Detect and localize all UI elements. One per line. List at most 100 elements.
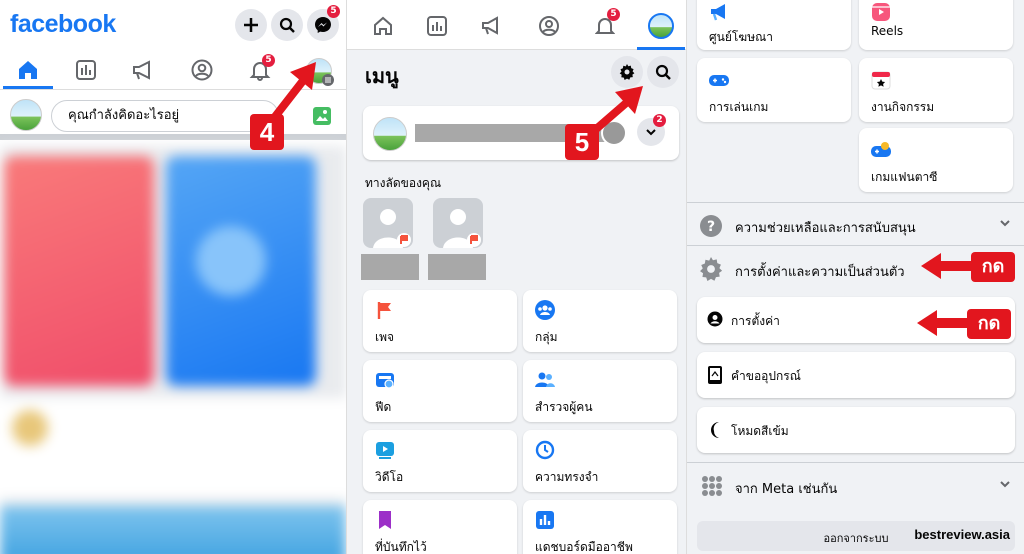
tile-gaming[interactable]: การเล่นเกม [697, 58, 851, 122]
tile-label: เพจ [375, 330, 395, 344]
main-nav: 5 [347, 0, 686, 50]
device-icon [708, 366, 722, 384]
tile-label: งานกิจกรรม [871, 100, 935, 114]
tile-label: Reels [871, 24, 904, 38]
user-avatar [10, 99, 42, 131]
active-tab-indicator [637, 47, 685, 50]
device-requests-item[interactable]: คำขออุปกรณ์ [697, 352, 1015, 398]
tile-ad-center[interactable]: ศูนย์โฆษณา [697, 0, 851, 50]
megaphone-icon [711, 4, 725, 21]
blurred-feed [0, 146, 346, 554]
facebook-logo: facebook [10, 10, 116, 38]
saved-icon [379, 511, 391, 529]
tile-label: การเล่นเกม [709, 100, 769, 114]
user-settings-icon [707, 311, 723, 327]
also-from-meta-section[interactable]: จาก Meta เช่นกัน [687, 466, 1024, 506]
tile-saved[interactable]: ที่บันทึกไว้ [363, 500, 517, 554]
events-icon [871, 71, 891, 90]
tile-reels[interactable]: Reels [859, 0, 1013, 50]
nav-dashboard[interactable] [419, 10, 455, 42]
section-label: ความช่วยเหลือและการสนับสนุน [735, 221, 916, 236]
tile-video[interactable]: วิดีโอ [363, 430, 517, 492]
settings-label: การตั้งค่า [731, 314, 780, 328]
notification-badge: 5 [607, 8, 620, 21]
tile-professional-dashboard[interactable]: แดชบอร์ดมืออาชีพ [523, 500, 677, 554]
redacted-shortcut-name [428, 254, 486, 280]
tile-label: ที่บันทึกไว้ [375, 540, 427, 554]
moon-icon [711, 422, 719, 438]
nav-ads[interactable] [475, 10, 511, 42]
nav-notifications[interactable]: 5 [587, 8, 623, 42]
tile-find-friends[interactable]: สำรวจผู้คน [523, 360, 677, 422]
screen-home-feed: facebook 5 5 คุณกำลังคิดอะไรอยู่ 4 [0, 0, 346, 554]
profile-badge: 2 [653, 114, 666, 127]
search-button[interactable] [271, 9, 303, 41]
plus-icon [244, 18, 258, 32]
shortcut-tile[interactable] [363, 198, 413, 248]
tile-memories[interactable]: ความทรงจำ [523, 430, 677, 492]
megaphone-icon [482, 16, 498, 35]
screen-menu-scrolled: ศูนย์โฆษณา Reels การเล่นเกม งานกิจกรรม เ… [686, 0, 1024, 554]
nav-profile[interactable] [531, 10, 567, 42]
tile-label: สำรวจผู้คน [535, 400, 593, 414]
tile-groups[interactable]: กลุ่ม [523, 290, 677, 352]
megaphone-icon [133, 60, 150, 80]
home-icon [374, 16, 392, 35]
step-number: 4 [250, 114, 284, 150]
groups-icon [535, 300, 555, 320]
messenger-icon [315, 17, 331, 33]
tile-events[interactable]: งานกิจกรรม [859, 58, 1013, 122]
tile-label: กลุ่ม [535, 330, 558, 344]
friends-icon [535, 372, 555, 387]
nav-menu[interactable] [643, 10, 679, 42]
messenger-button[interactable]: 5 [307, 5, 340, 41]
profile-icon [191, 59, 213, 81]
create-button[interactable] [235, 9, 267, 41]
profile-icon [539, 16, 559, 36]
nav-profile[interactable] [182, 54, 222, 86]
status-composer-input[interactable]: คุณกำลังคิดอะไรอยู่ [51, 100, 279, 132]
tile-fantasy-games[interactable]: เกมแฟนตาซี [859, 128, 1013, 192]
tile-label: วิดีโอ [375, 470, 404, 484]
page-title: เมนู [365, 64, 399, 88]
step-number: 5 [565, 124, 599, 160]
tile-label: แดชบอร์ดมืออาชีพ [535, 540, 633, 554]
tile-label: ความทรงจำ [535, 470, 599, 484]
tile-label: ศูนย์โฆษณา [709, 30, 773, 44]
tile-pages[interactable]: เพจ [363, 290, 517, 352]
fantasy-games-icon [871, 142, 891, 157]
dark-mode-item[interactable]: โหมดสีเข้ม [697, 407, 1015, 453]
shortcut-tile[interactable] [433, 198, 483, 248]
menu-avatar [648, 13, 674, 39]
reels-icon [872, 3, 890, 21]
nav-home[interactable] [8, 54, 48, 86]
dark-mode-label: โหมดสีเข้ม [731, 424, 789, 438]
default-avatar-icon [443, 209, 481, 248]
device-requests-label: คำขออุปกรณ์ [731, 369, 801, 383]
gaming-icon [709, 75, 729, 86]
nav-ads[interactable] [124, 54, 164, 86]
nav-dashboard[interactable] [66, 54, 106, 86]
section-label: จาก Meta เช่นกัน [735, 482, 838, 497]
tile-feed[interactable]: ฟีด [363, 360, 517, 422]
help-support-section[interactable]: ? ความช่วยเหลือและการสนับสนุน [687, 205, 1024, 245]
user-avatar [373, 117, 407, 151]
video-icon [376, 442, 394, 459]
screen-menu: 5 เมนู 2 5 ทางลัดของคุณ เพจ กลุ่ม ฟีด สำ… [346, 0, 686, 554]
watermark: bestreview.asia [914, 527, 1010, 542]
default-avatar-icon [373, 209, 411, 248]
dashboard-icon [536, 511, 554, 529]
messenger-badge: 5 [327, 5, 340, 18]
active-tab-indicator [3, 86, 53, 89]
nav-home[interactable] [365, 10, 401, 42]
search-icon [279, 17, 295, 33]
apps-grid-icon [702, 476, 722, 496]
search-button[interactable] [647, 56, 679, 88]
gear-icon [700, 257, 723, 281]
chevron-down-icon [1000, 220, 1010, 227]
memories-icon [535, 440, 555, 460]
flag-icon [377, 302, 391, 319]
gear-icon [619, 64, 635, 80]
section-label: การตั้งค่าและความเป็นส่วนตัว [735, 265, 905, 280]
tile-label: เกมแฟนตาซี [871, 170, 938, 184]
